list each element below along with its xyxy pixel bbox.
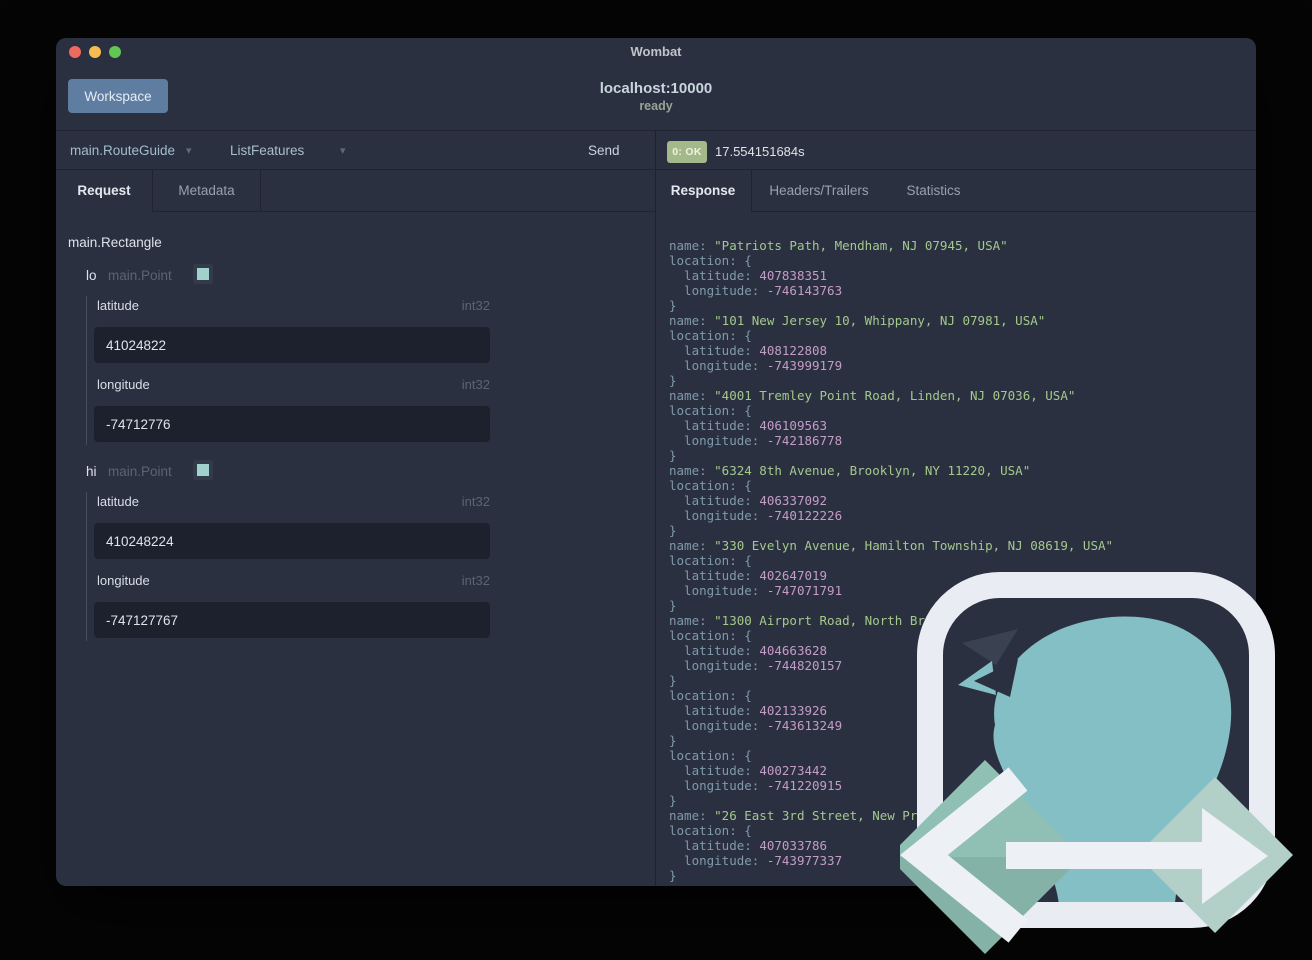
field-name-hi: hi	[86, 464, 97, 479]
status-badge: 0: OK	[667, 141, 707, 163]
field-name-lo: lo	[86, 268, 97, 283]
tab-request[interactable]: Request	[56, 170, 153, 212]
response-body[interactable]: name: "Patriots Path, Mendham, NJ 07945,…	[669, 238, 1244, 884]
divider	[153, 211, 655, 212]
field-label-row: longitude int32	[97, 573, 490, 588]
checkbox-checked-icon[interactable]	[193, 264, 213, 284]
panel-divider	[655, 130, 656, 886]
chevron-down-icon[interactable]: ▾	[340, 131, 346, 171]
workspace-button[interactable]: Workspace	[68, 79, 168, 113]
connection-status: ready	[639, 99, 673, 113]
app-window: Wombat Workspace localhost:10000 ready m…	[56, 38, 1256, 886]
chevron-down-icon[interactable]: ▾	[186, 131, 192, 171]
tab-bar: Request Metadata Response Headers/Traile…	[56, 170, 1256, 212]
field-label-row: latitude int32	[97, 298, 490, 313]
field-label-row: longitude int32	[97, 377, 490, 392]
host-info: localhost:10000 ready	[56, 80, 1256, 113]
tab-statistics[interactable]: Statistics	[886, 170, 981, 212]
checkbox-fill	[197, 268, 209, 280]
hi-latitude-input[interactable]	[94, 523, 490, 559]
service-select[interactable]: main.RouteGuide	[70, 131, 175, 171]
field-label: latitude	[97, 494, 139, 509]
field-type: int32	[461, 494, 490, 509]
field-label: longitude	[97, 377, 150, 392]
field-label-row: latitude int32	[97, 494, 490, 509]
field-label: latitude	[97, 298, 139, 313]
window-title: Wombat	[630, 44, 682, 59]
field-label: longitude	[97, 573, 150, 588]
field-type-lo: main.Point	[108, 268, 172, 283]
tab-metadata[interactable]: Metadata	[153, 170, 261, 212]
method-select[interactable]: ListFeatures	[230, 131, 304, 171]
field-type-hi: main.Point	[108, 464, 172, 479]
field-type: int32	[461, 377, 490, 392]
send-button[interactable]: Send	[588, 131, 620, 171]
field-type: int32	[461, 298, 490, 313]
tab-headers-trailers[interactable]: Headers/Trailers	[752, 170, 886, 212]
field-type: int32	[461, 573, 490, 588]
checkbox-fill	[197, 464, 209, 476]
indent-guide	[86, 296, 87, 445]
titlebar: Wombat	[56, 38, 1256, 66]
indent-guide	[86, 492, 87, 641]
host-address: localhost:10000	[599, 80, 713, 97]
lo-longitude-input[interactable]	[94, 406, 490, 442]
hi-longitude-input[interactable]	[94, 602, 490, 638]
checkbox-checked-icon[interactable]	[193, 460, 213, 480]
call-bar: main.RouteGuide ▾ ListFeatures ▾ Send 0:…	[56, 130, 1256, 170]
call-duration: 17.554151684s	[715, 144, 805, 159]
divider	[752, 211, 1256, 212]
tab-response[interactable]: Response	[655, 170, 752, 212]
lo-latitude-input[interactable]	[94, 327, 490, 363]
message-type-label: main.Rectangle	[68, 235, 162, 250]
